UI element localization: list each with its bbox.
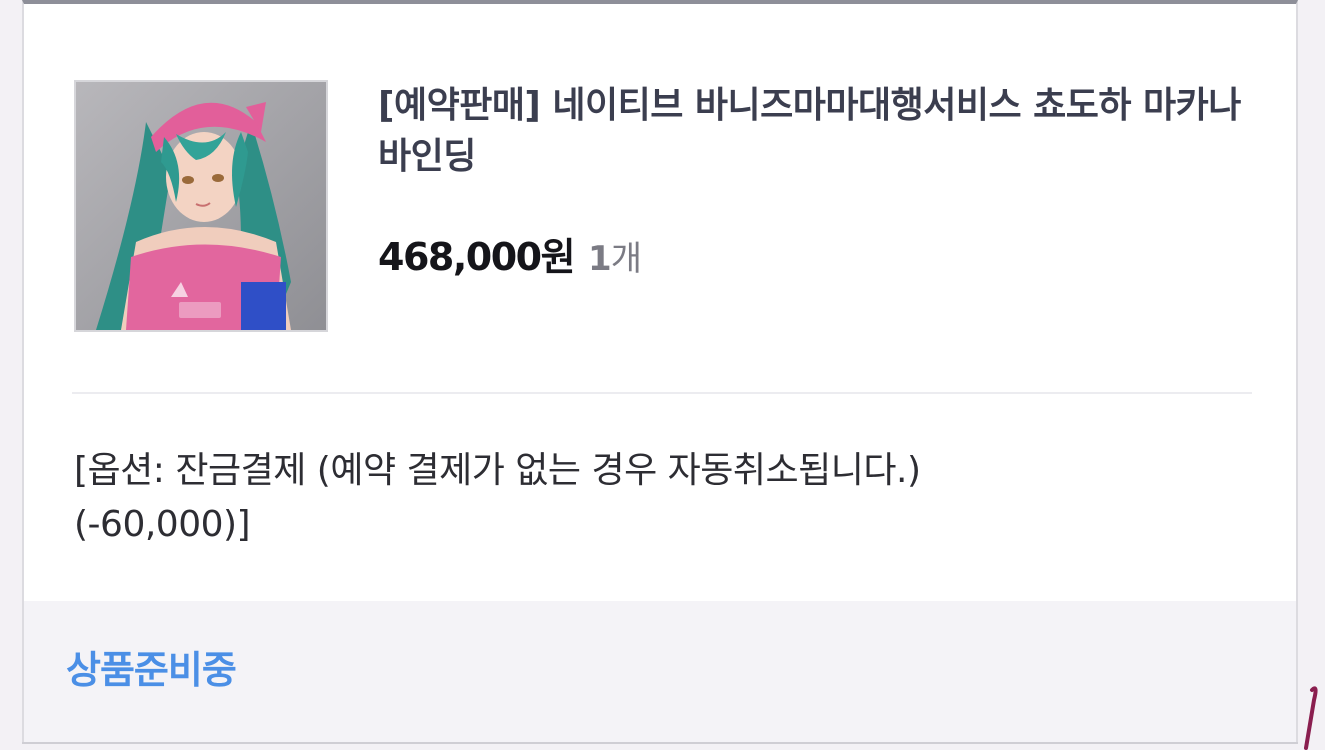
product-price: 468,000원: [378, 235, 576, 279]
option-line: [옵션: 잔금결제 (예약 결제가 없는 경우 자동취소됩니다.): [74, 450, 921, 491]
price-quantity-row: 468,000원 1개: [378, 226, 642, 281]
product-image-icon: [76, 82, 326, 330]
quantity-unit: 개: [610, 239, 642, 279]
section-divider: [72, 392, 1252, 394]
quantity-number: 1: [588, 239, 612, 279]
order-status-bar: 상품준비중: [24, 601, 1296, 742]
card-bottom-border: [22, 742, 1298, 744]
product-title[interactable]: [예약판매] 네이티브 바니즈마마대행서비스 쵸도하 마카나 바인딩: [378, 80, 1258, 182]
scroll-edge-mark-icon: [1304, 686, 1318, 750]
option-line: (-60,000)]: [74, 504, 251, 545]
order-item-card: [예약판매] 네이티브 바니즈마마대행서비스 쵸도하 마카나 바인딩 468,0…: [22, 0, 1298, 742]
product-thumbnail[interactable]: [74, 80, 328, 332]
order-status: 상품준비중: [66, 648, 237, 692]
product-option: [옵션: 잔금결제 (예약 결제가 없는 경우 자동취소됩니다.) (-60,0…: [74, 444, 1254, 552]
product-quantity: 1개: [588, 231, 642, 280]
